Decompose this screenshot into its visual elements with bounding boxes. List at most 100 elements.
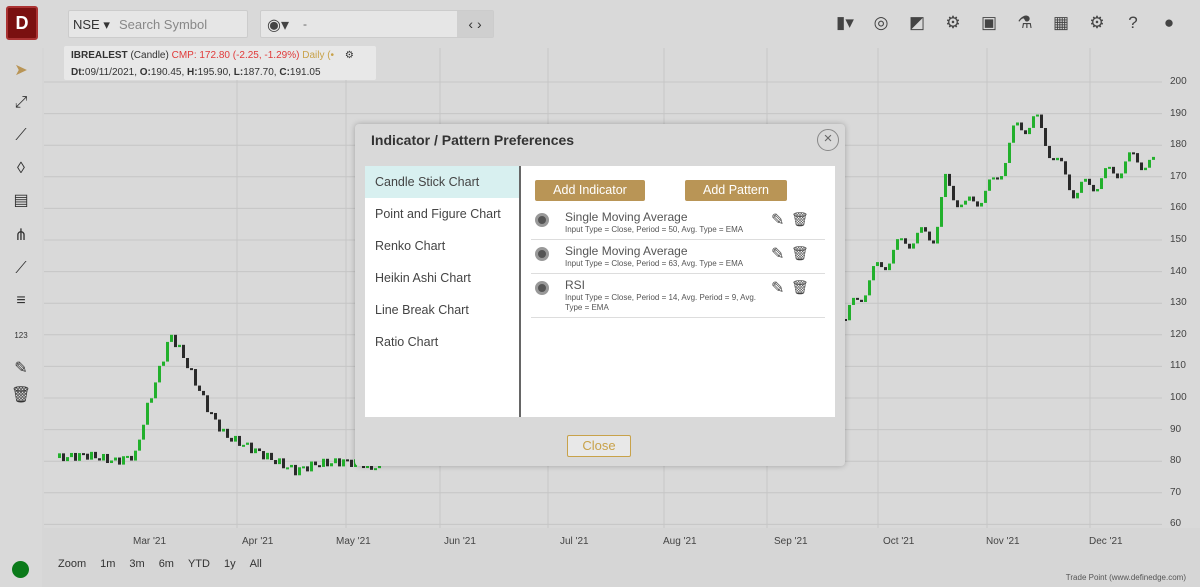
candle (346, 459, 349, 462)
channel-icon[interactable]: ⟋ (10, 258, 32, 280)
shape-icon[interactable]: ◊ (10, 158, 32, 180)
app-logo[interactable]: D (6, 6, 38, 40)
trend-line-icon[interactable]: ⟋ (10, 125, 32, 147)
drawing-icon[interactable]: ◩ (906, 12, 928, 34)
fork-icon[interactable]: ⋔ (10, 225, 32, 247)
zoom-3m[interactable]: 3m (129, 558, 144, 570)
text-note-icon[interactable]: ▤ (10, 190, 32, 212)
candle (238, 435, 241, 446)
candle (262, 451, 265, 460)
experiment-icon[interactable]: ⚗ (1014, 12, 1036, 34)
candle (976, 201, 979, 207)
y-tick-label: 100 (1170, 392, 1187, 403)
zoom-6m[interactable]: 6m (159, 558, 174, 570)
candle (166, 341, 169, 362)
y-tick-label: 120 (1170, 328, 1187, 340)
help-icon[interactable]: ? (1122, 12, 1144, 34)
chart-type-candle[interactable]: Candle Stick Chart (365, 166, 519, 198)
symbol-search-box[interactable]: NSE ▾ Search Symbol (68, 10, 248, 38)
edit-icon[interactable]: ✎ (771, 210, 784, 230)
add-indicator-button[interactable]: Add Indicator (535, 180, 645, 201)
chart-settings-icon[interactable]: ⚙ (345, 50, 354, 61)
ohlc-line: Dt:09/11/2021, O:190.45, H:195.90, L:187… (71, 67, 321, 78)
fib-icon[interactable]: ≡ (10, 290, 32, 312)
settings-icon[interactable]: ⚙ (1086, 12, 1108, 34)
timeframe-select[interactable]: Daily (• (302, 50, 334, 61)
x-tick-label: Jul '21 (560, 536, 589, 547)
y-tick-label: 130 (1170, 297, 1187, 309)
eye-icon[interactable]: ◉▾ (267, 15, 289, 35)
zoom-bar: Zoom 1m 3m 6m YTD 1y All (58, 558, 262, 570)
add-pattern-button[interactable]: Add Pattern (685, 180, 787, 201)
candle (90, 451, 93, 460)
candle (1040, 114, 1043, 129)
search-input[interactable]: Search Symbol (119, 17, 207, 32)
indicator-icon[interactable]: ◎ (870, 12, 892, 34)
indicator-gear-icon[interactable] (535, 213, 549, 227)
candle (306, 466, 309, 472)
prev-next-arrows[interactable]: ‹ › (457, 11, 493, 37)
candle (194, 369, 197, 386)
measure-icon[interactable]: 123 (10, 325, 32, 347)
candle (150, 398, 153, 403)
zoom-all[interactable]: All (250, 558, 262, 570)
candle (210, 412, 213, 415)
chart-type-renko[interactable]: Renko Chart (365, 230, 519, 262)
user-icon[interactable]: ● (1158, 12, 1180, 34)
candle (302, 466, 305, 469)
zoom-ytd[interactable]: YTD (188, 558, 210, 570)
candle (1100, 178, 1103, 190)
brush-icon[interactable]: ✎ (10, 358, 32, 380)
delete-icon[interactable]: 🗑 (791, 279, 809, 296)
scanner-icon[interactable]: ⚙ (942, 12, 964, 34)
candle (202, 390, 205, 396)
candle (896, 239, 899, 250)
candle (242, 444, 245, 447)
candle (984, 190, 987, 203)
indicator-panel: Add Indicator Add Pattern Single Moving … (523, 166, 835, 417)
chart-type-heikin-ashi[interactable]: Heikin Ashi Chart (365, 262, 519, 294)
chart-type-ratio[interactable]: Ratio Chart (365, 326, 519, 358)
zoom-1m[interactable]: 1m (100, 558, 115, 570)
candle (996, 177, 999, 180)
delete-icon[interactable]: 🗑 (791, 211, 809, 228)
candle (158, 365, 161, 383)
trash-icon[interactable]: 🗑 (10, 385, 32, 407)
close-icon[interactable]: × (817, 129, 839, 151)
candle (250, 442, 253, 454)
layout-icon[interactable]: ▦ (1050, 12, 1072, 34)
zoom-1y[interactable]: 1y (224, 558, 236, 570)
symbol-navigator[interactable]: ◉▾ - ‹ › (260, 10, 494, 38)
x-tick-label: Apr '21 (242, 536, 274, 547)
y-tick-label: 110 (1170, 360, 1186, 372)
indicator-gear-icon[interactable] (535, 281, 549, 295)
close-button[interactable]: Close (567, 435, 631, 457)
candle (956, 200, 959, 208)
save-icon[interactable]: ▣ (978, 12, 1000, 34)
candle-type-icon[interactable]: ▮▾ (834, 12, 856, 34)
low-label: L: (233, 67, 244, 78)
candle (1096, 189, 1099, 192)
candle (178, 344, 181, 348)
candle (310, 461, 313, 472)
edit-icon[interactable]: ✎ (771, 244, 784, 264)
candle (1004, 162, 1007, 177)
candle (1052, 158, 1055, 161)
candle (106, 453, 109, 464)
candle (1048, 145, 1051, 159)
candle (1132, 152, 1135, 155)
edit-icon[interactable]: ✎ (771, 278, 784, 298)
candle (298, 467, 301, 476)
exchange-select[interactable]: NSE ▾ (73, 17, 110, 33)
chart-type-pnf[interactable]: Point and Figure Chart (365, 198, 519, 230)
candle (1128, 152, 1131, 162)
candle (154, 382, 157, 399)
chart-type-line-break[interactable]: Line Break Chart (365, 294, 519, 326)
candle (1068, 174, 1071, 191)
line-tool-icon[interactable]: ⤢ (10, 92, 32, 114)
pointer-icon[interactable]: ➤ (10, 60, 32, 82)
candle (230, 437, 233, 442)
delete-icon[interactable]: 🗑 (791, 245, 809, 262)
candle (182, 344, 185, 359)
indicator-gear-icon[interactable] (535, 247, 549, 261)
